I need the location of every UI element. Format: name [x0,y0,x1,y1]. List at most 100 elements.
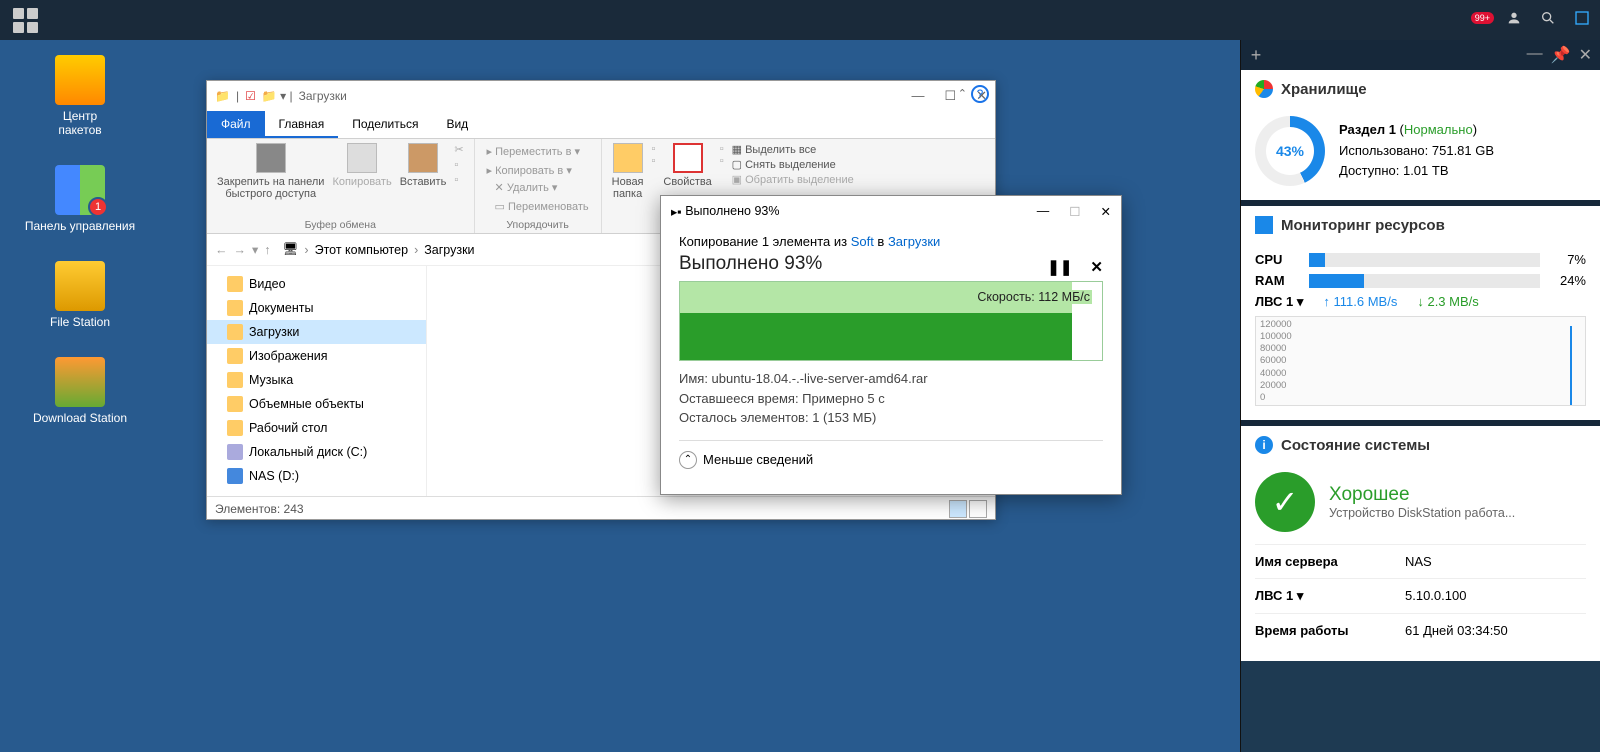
status-bar: Элементов: 243 [207,496,995,520]
minimize-button[interactable]: — [1037,204,1050,219]
storage-title: Хранилище [1281,81,1367,98]
ram-value: 24% [1550,273,1586,288]
desktop-icon-package-center[interactable]: Центр пакетов [20,55,140,137]
invert-selection-button[interactable]: ▣ Обратить выделение [732,173,854,186]
window-title: Загрузки [299,89,347,103]
ram-label: RAM [1255,273,1299,288]
tab-share[interactable]: Поделиться [338,111,432,138]
user-icon[interactable] [1506,10,1522,31]
desktop-icon-control-panel[interactable]: 1 Панель управления [20,165,140,233]
nav-up-icon[interactable]: ↑ [264,243,270,257]
copy-description: Копирование 1 элемента из Soft в Загрузк… [679,234,1103,249]
breadcrumb-pc[interactable]: Этот компьютер [315,243,408,257]
download-value: ↓ 2.3 MB/s [1417,294,1478,310]
cancel-button[interactable]: ✕ [1090,258,1103,276]
cpu-label: CPU [1255,252,1299,267]
sidebar-item[interactable]: Рабочий стол [207,416,426,440]
view-icons-icon[interactable] [969,500,987,518]
synology-topbar: 99+ [0,0,1600,40]
widgets-icon[interactable] [1574,10,1590,31]
tab-home[interactable]: Главная [265,111,339,138]
monitor-title: Мониторинг ресурсов [1281,217,1445,234]
tab-view[interactable]: Вид [432,111,482,138]
close-button[interactable]: ✕ [1101,204,1111,219]
paste-shortcut-icon[interactable]: ▫ [454,174,463,186]
maximize-button[interactable]: ☐ [1069,204,1080,219]
resource-monitor-widget: Мониторинг ресурсов CPU 7% RAM 24% ЛВС 1… [1241,206,1600,426]
add-widget-button[interactable]: + [1241,45,1271,66]
source-link[interactable]: Soft [851,234,874,249]
sidebar-item[interactable]: Локальный диск (C:) [207,440,426,464]
sidebar-item[interactable]: Документы [207,296,426,320]
nav-back-icon[interactable]: ← [215,243,228,257]
pin-button[interactable]: Закрепить на панели быстрого доступа [217,143,324,200]
rename-button[interactable]: ▭ Переименовать [493,198,591,215]
speed-label: Скорость: 112 МБ/с [975,290,1092,304]
folder-icon: 📁 [215,89,230,103]
pause-button[interactable]: ❚❚ [1047,258,1072,276]
pin-icon[interactable]: 📌 [1551,45,1571,65]
health-status: Хорошее [1329,484,1515,506]
copy-button[interactable]: Копировать [332,143,391,188]
cpu-value: 7% [1550,252,1586,267]
check-circle-icon: ✓ [1255,472,1315,532]
select-all-button[interactable]: ▦ Выделить все [732,143,854,156]
explorer-titlebar: 📁 | ☑ 📁 ▾ | Загрузки — ☐ ✕ [207,81,995,111]
ribbon-group-clipboard: Буфер обмена [207,219,474,231]
copy-icon: ▸▪ [671,204,682,219]
view-details-icon[interactable] [949,500,967,518]
copy-dialog-titlebar: ▸▪ Выполнено 93% — ☐ ✕ [661,196,1121,226]
delete-button[interactable]: ✕ Удалить ▾ [493,179,591,196]
close-button[interactable]: ✕ [1579,45,1592,65]
new-folder-button[interactable]: Новая папка [612,143,644,200]
sidebar-item[interactable]: Изображения [207,344,426,368]
monitor-icon [1255,216,1273,234]
progress-text: Выполнено 93% [679,253,822,275]
nav-history-icon[interactable]: ▾ [252,242,258,257]
health-title: Состояние системы [1281,437,1430,454]
ribbon-collapse-icon[interactable]: ⌃ [958,87,967,100]
copy-details: Имя: ubuntu-18.04.-.-live-server-amd64.r… [679,369,1103,428]
deselect-button[interactable]: ▢ Снять выделение [732,158,854,171]
ribbon-group-organize: Упорядочить [475,219,601,231]
tab-file[interactable]: Файл [207,111,265,138]
health-description: Устройство DiskStation работа... [1329,506,1515,520]
copy-dialog-title: Выполнено 93% [685,204,779,218]
network-chart: 120000100000800006000040000200000 [1255,316,1586,406]
desktop-icon-file-station[interactable]: File Station [20,261,140,329]
cut-icon[interactable]: ✂ [454,143,463,156]
speed-graph: Скорость: 112 МБ/с [679,281,1103,361]
apps-menu-icon[interactable] [10,5,40,35]
widgets-panel: + — 📌 ✕ Хранилище 43% Раздел 1 (Нормальн… [1240,40,1600,752]
ribbon-tabs: Файл Главная Поделиться Вид ⌃ ? [207,111,995,139]
desktop-icon-download-station[interactable]: Download Station [20,357,140,425]
sidebar-item[interactable]: Объемные объекты [207,392,426,416]
copy-path-icon[interactable]: ▫ [454,159,463,171]
sidebar-item[interactable]: Музыка [207,368,426,392]
properties-button[interactable]: Свойства [663,143,711,188]
dest-link[interactable]: Загрузки [888,234,940,249]
desktop-icons: Центр пакетов 1 Панель управления File S… [20,55,140,425]
copy-to-button[interactable]: ▸ Копировать в ▾ [485,162,591,179]
checkbox-icon[interactable]: ☑ [245,89,256,103]
notifications-icon[interactable]: 99+ [1472,10,1488,31]
paste-button[interactable]: Вставить [400,143,447,188]
breadcrumb-downloads[interactable]: Загрузки [424,243,474,257]
minimize-button[interactable]: — [1527,45,1543,65]
sidebar-item[interactable]: Видео [207,272,426,296]
explorer-sidebar: ВидеоДокументыЗагрузкиИзображенияМузыкаО… [207,266,427,496]
system-health-widget: i Состояние системы ✓ Хорошее Устройство… [1241,426,1600,661]
maximize-button[interactable]: ☐ [944,88,956,104]
move-to-button[interactable]: ▸ Переместить в ▾ [485,143,591,160]
sidebar-item[interactable]: NAS (D:) [207,464,426,488]
item-count: Элементов: 243 [215,502,304,516]
storage-widget: Хранилище 43% Раздел 1 (Нормально) Испол… [1241,70,1600,206]
info-icon: i [1255,436,1273,454]
search-icon[interactable] [1540,10,1556,31]
help-icon[interactable]: ? [971,85,989,103]
widgets-tabs: + — 📌 ✕ [1241,40,1600,70]
less-details-button[interactable]: ⌃ Меньше сведений [679,440,1103,469]
minimize-button[interactable]: — [911,88,924,104]
sidebar-item[interactable]: Загрузки [207,320,426,344]
nav-forward-icon[interactable]: → [234,243,247,257]
